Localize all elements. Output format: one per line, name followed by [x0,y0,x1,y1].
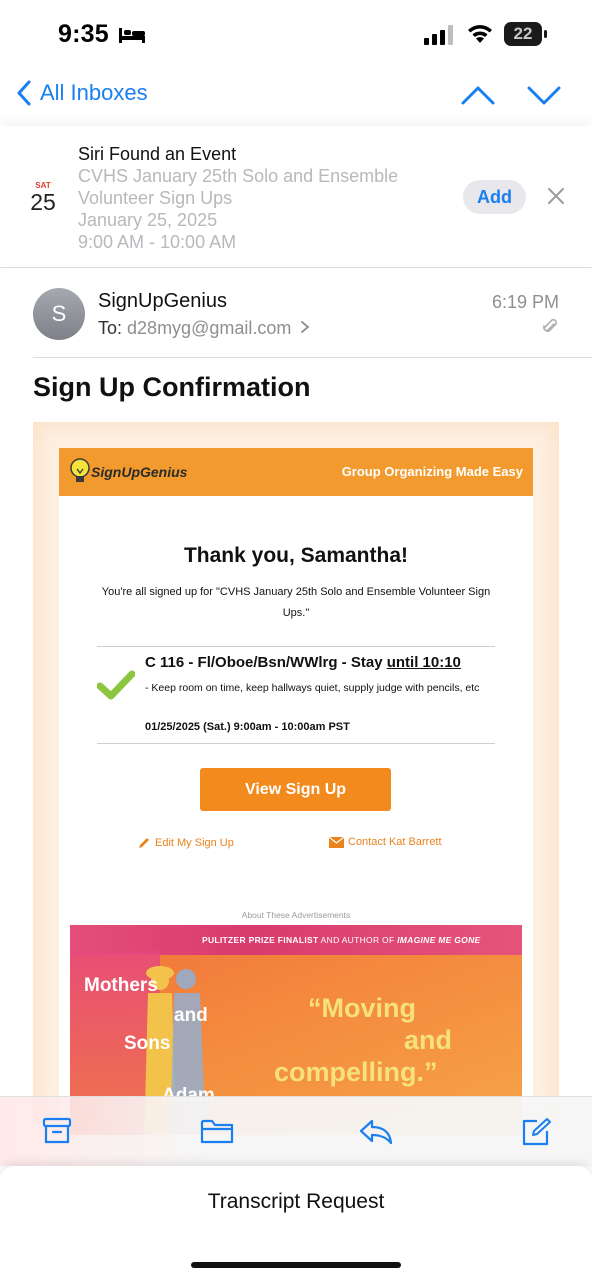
draft-title[interactable]: Transcript Request [0,1190,592,1214]
event-time-range: 9:00 AM - 10:00 AM [78,232,237,252]
calendar-day-number: 25 [30,189,56,215]
dismiss-close-icon[interactable] [546,186,566,206]
slot-note: - Keep room on time, keep hallways quiet… [145,682,480,694]
chevron-right-icon [301,321,310,333]
recipient-line[interactable]: To: d28myg@gmail.com [98,318,310,339]
lightbulb-logo-icon [70,458,90,482]
ad-quote-line-3: compelling.” [274,1057,438,1087]
thank-you-heading: Thank you, Samantha! [183,544,409,567]
add-event-button[interactable]: Add [463,180,526,214]
status-bar: 9:35 22 [0,0,592,70]
reply-icon[interactable] [358,1117,394,1145]
wifi-icon [468,25,492,43]
ad-title-word-2: and [174,1005,208,1026]
archive-icon[interactable] [42,1117,72,1145]
ad-title-word-3: Sons [124,1033,171,1054]
contact-link-label: Contact Kat Barrett [348,836,442,848]
sender-avatar[interactable]: S [33,288,85,340]
advertisements-label[interactable]: About These Advertisements [59,910,533,920]
back-to-all-inboxes-button[interactable]: All Inboxes [16,80,148,106]
ad-quote-line-2: and [404,1025,453,1055]
event-name-line2: Volunteer Sign Ups [78,188,233,208]
tagline: Group Organizing Made Easy [341,464,523,479]
edit-my-sign-up-link[interactable]: Edit My Sign Up [137,836,234,850]
slot-divider-bottom [97,743,495,744]
sender-name[interactable]: SignUpGenius [98,290,227,313]
envelope-icon [329,836,344,848]
slot-divider-top [97,646,495,647]
slot-title-underlined: until 10:10 [386,654,461,671]
slot-title-main: C 116 - Fl/Oboe/Bsn/WWlrg - Stay [145,654,387,671]
home-indicator[interactable] [191,1262,401,1268]
recipient-address: d28myg@gmail.com [127,318,292,338]
attachment-paperclip-icon [543,318,558,332]
signup-confirmation-card: SignUpGenius Group Organizing Made Easy … [59,448,533,1135]
signup-intro-text: You're all signed up for "CVHS January 2… [101,586,491,619]
compose-icon[interactable] [520,1117,552,1147]
slot-title: C 116 - Fl/Oboe/Bsn/WWlrg - Stay until 1… [145,654,461,671]
header-divider [33,357,592,358]
signupgenius-header: SignUpGenius Group Organizing Made Easy [59,448,533,496]
back-label: All Inboxes [40,80,148,105]
cellular-signal-icon [424,25,453,45]
checkmark-icon [97,670,135,700]
siri-event-suggestion: SAT 25 Siri Found an Event CVHS January … [0,126,592,268]
slot-date: 01/25/2025 (Sat.) 9:00am - 10:00am PST [145,721,350,733]
email-timestamp: 6:19 PM [492,292,560,312]
contact-organizer-link[interactable]: Contact Kat Barrett [329,836,442,848]
chevron-left-icon [17,80,31,106]
pencil-icon [139,838,149,848]
to-label: To: [98,318,123,338]
email-subject: Sign Up Confirmation [33,372,311,402]
draft-bottom-sheet[interactable]: Transcript Request [0,1166,592,1280]
event-name-line1: CVHS January 25th Solo and Ensemble [78,166,399,186]
ad-quote-line-1: “Moving [308,993,416,1023]
event-date: January 25, 2025 [78,210,218,230]
move-to-folder-icon[interactable] [200,1117,234,1145]
calendar-icon: SAT 25 [22,181,64,214]
sleep-focus-icon [119,28,145,43]
next-message-chevron-down-icon[interactable] [526,82,562,108]
battery-level: 22 [513,24,533,43]
siri-suggestion-title: Siri Found an Event [78,144,237,164]
ad-banner-text: PULITZER PRIZE FINALIST AND AUTHOR OF IM… [202,935,481,945]
signupgenius-logo-text: SignUpGenius [91,464,188,480]
status-time: 9:35 [58,20,109,48]
email-body: SignUpGenius Group Organizing Made Easy … [33,422,559,1135]
mail-action-toolbar [0,1096,592,1166]
ad-title-word-1: Mothers [84,975,158,996]
edit-link-label: Edit My Sign Up [155,837,234,849]
previous-message-chevron-up-icon[interactable] [460,82,496,108]
view-sign-up-button[interactable]: View Sign Up [200,768,391,811]
mail-nav-bar: All Inboxes [0,70,592,126]
battery-icon: 22 [504,22,548,46]
